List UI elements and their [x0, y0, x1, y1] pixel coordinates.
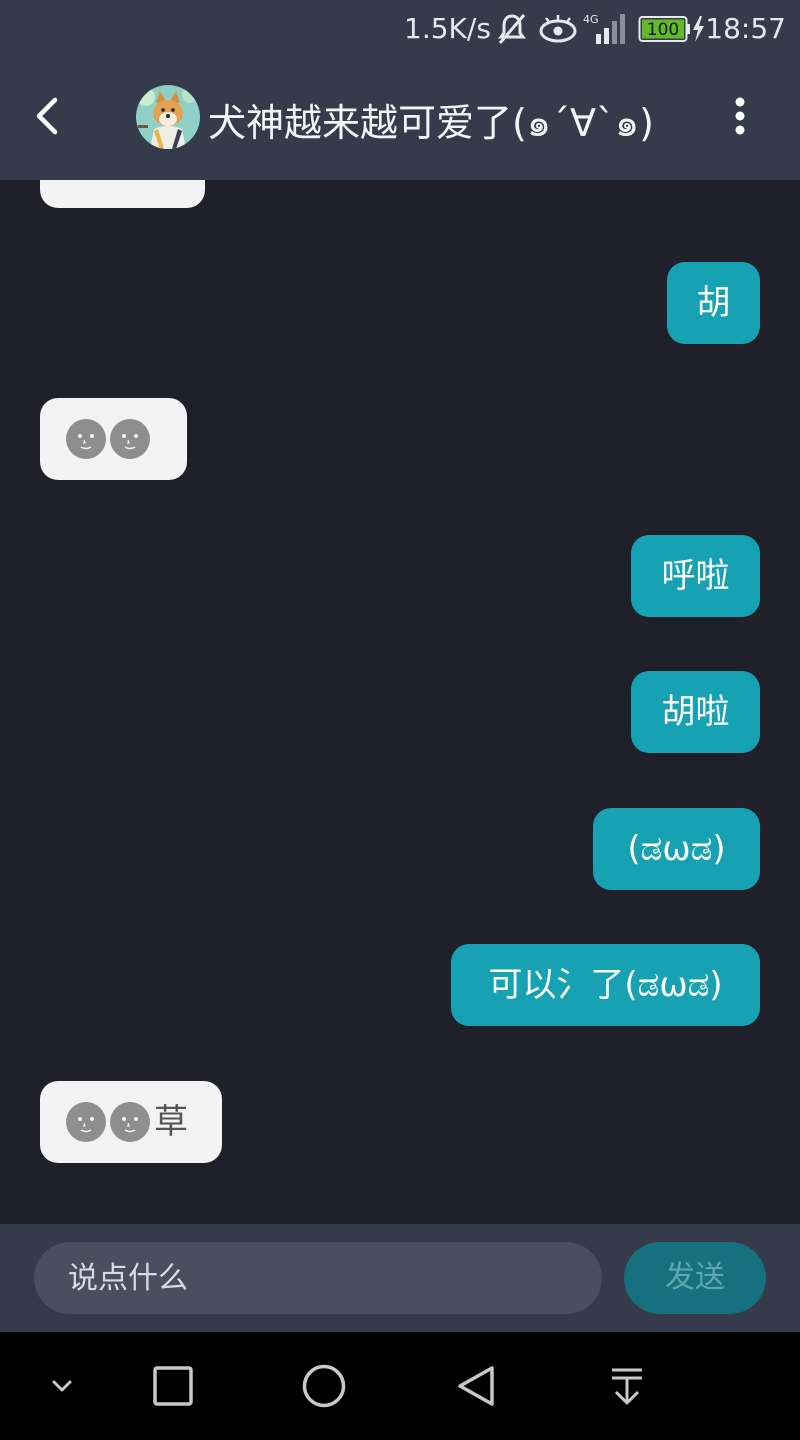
chevron-down-icon[interactable] [48, 1374, 76, 1398]
incoming-message-bubble[interactable] [40, 180, 205, 208]
eye-icon [539, 15, 577, 43]
battery-level: 100 [647, 20, 679, 40]
avatar[interactable] [136, 85, 200, 149]
face-emoji-icon [110, 1101, 150, 1142]
network-speed: 1.5K/s [404, 12, 491, 45]
face-emoji-icon [66, 418, 106, 459]
notification-pulldown-icon[interactable] [608, 1366, 646, 1406]
clock: 18:57 [705, 12, 786, 45]
incoming-message-bubble[interactable] [40, 398, 187, 480]
message-text: 胡啦 [661, 692, 730, 732]
send-button[interactable]: 发送 [624, 1242, 766, 1314]
message-text: (ಡωಡ) [627, 829, 726, 869]
outgoing-message-bubble[interactable]: 胡 [667, 262, 760, 344]
network-type-label: 4G [583, 13, 599, 26]
outgoing-message-bubble[interactable]: 胡啦 [631, 671, 760, 753]
back-arrow-icon[interactable] [28, 94, 72, 138]
message-text: 胡 [696, 283, 731, 323]
message-text: 草 [154, 1102, 188, 1142]
face-emoji-icon [110, 418, 150, 459]
chat-header: 犬神越来越可爱了(๑´∀`๑) [0, 60, 800, 180]
mute-icon [498, 14, 526, 44]
system-nav-bar [0, 1332, 800, 1440]
dog-avatar-image [136, 85, 200, 149]
status-bar: 1.5K/s 4G 100 18:57 [0, 0, 800, 60]
face-emoji-icon [66, 1101, 106, 1142]
outgoing-message-bubble[interactable]: 可以氵了(ಡωಡ) [451, 944, 760, 1026]
message-text: 呼啦 [661, 556, 730, 596]
outgoing-message-bubble[interactable]: 呼啦 [631, 535, 760, 617]
incoming-message-bubble[interactable]: 草 [40, 1081, 222, 1163]
message-list[interactable]: 胡 呼啦 胡啦 (ಡωಡ) 可以氵了(ಡωಡ) 草 [0, 180, 800, 1224]
composer-bar: 发送 [0, 1224, 800, 1332]
more-vertical-icon[interactable] [722, 94, 758, 138]
home-icon[interactable] [302, 1364, 346, 1408]
recent-apps-icon[interactable] [152, 1365, 194, 1407]
message-input[interactable] [34, 1242, 602, 1314]
outgoing-message-bubble[interactable]: (ಡωಡ) [593, 808, 760, 890]
back-triangle-icon[interactable] [454, 1364, 498, 1408]
signal-4g-icon: 4G [583, 13, 625, 44]
chat-title: 犬神越来越可爱了(๑´∀`๑) [208, 101, 654, 145]
battery-icon: 100 [638, 16, 704, 42]
message-text: 可以氵了(ಡωಡ) [488, 965, 723, 1005]
